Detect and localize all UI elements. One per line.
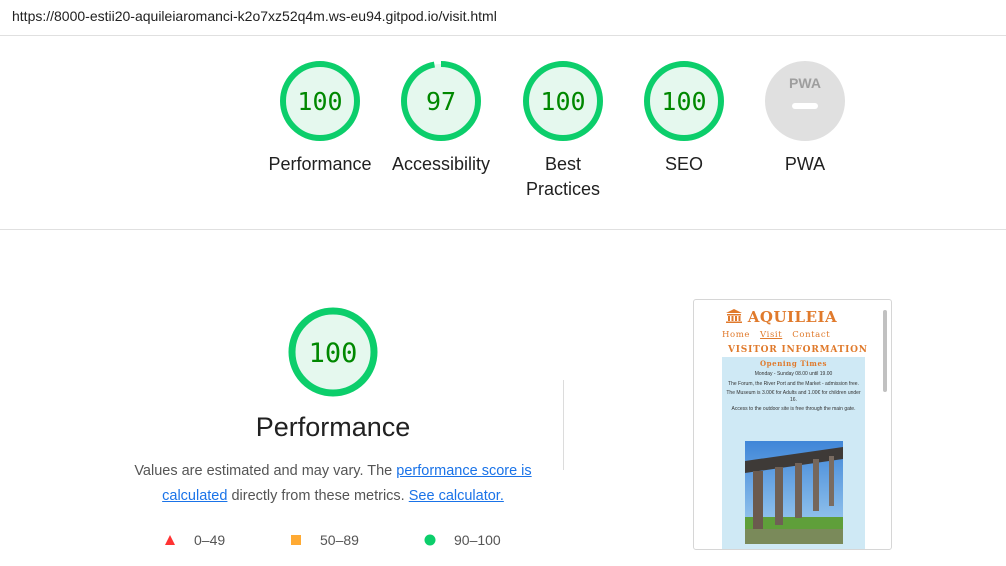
nav-visit: Visit (760, 330, 783, 340)
gauge-ring: 97 (401, 61, 481, 141)
legend-range: 0–49 (194, 532, 226, 548)
gauge-ring: 100 (280, 61, 360, 141)
final-screenshot-thumbnail[interactable]: AQUILEIA Home Visit Contact VISITOR INFORM… (693, 299, 892, 550)
circle-icon (424, 534, 436, 546)
gauge-score: 97 (426, 87, 456, 116)
site-logo-text: AQUILEIA (747, 308, 838, 326)
vertical-divider (563, 380, 564, 470)
performance-ring: 100 (288, 307, 378, 397)
gauge-ring: 100 (523, 61, 603, 141)
gauge-score: 100 (540, 87, 585, 116)
legend-range: 90–100 (454, 532, 501, 548)
gauge-performance[interactable]: 100 Performance (268, 60, 372, 177)
nav-home: Home (722, 330, 751, 340)
thumb-paragraph: The Museum is 3.00€ for Adults and 1.00€… (726, 390, 861, 403)
opening-times-heading: Opening Times (759, 359, 828, 368)
performance-score: 100 (309, 338, 358, 369)
gauge-seo[interactable]: 100 SEO (639, 60, 729, 177)
gauge-label: PWA (784, 154, 826, 174)
gauge-accessibility[interactable]: 97 Accessibility (392, 60, 490, 177)
square-icon (291, 535, 301, 545)
site-heading: VISITOR INFORMATION (728, 345, 868, 355)
gauge-label: Performance (268, 154, 372, 174)
gauge-score: 100 (297, 87, 342, 116)
page-url[interactable]: https://8000-estii20-aquileiaromanci-k2o… (12, 8, 497, 24)
thumbnail-page: AQUILEIA Home Visit Contact VISITOR INFORM… (714, 300, 874, 549)
legend-average: 50–89 (290, 532, 359, 548)
desc-prefix: Values are estimated and may vary. The (134, 463, 397, 479)
site-nav: Home Visit Contact (722, 330, 840, 340)
section-divider (0, 229, 1006, 230)
legend-pass: 90–100 (424, 532, 501, 548)
ruins-photo (745, 441, 843, 544)
desc-middle: directly from these metrics. (227, 488, 409, 504)
scrollbar-thumb[interactable] (883, 310, 887, 392)
gauge-pwa[interactable]: PWA PWA (760, 60, 850, 177)
gauge-best-practices[interactable]: 100 Best Practices (518, 60, 608, 202)
performance-title: Performance (255, 412, 411, 442)
performance-description: Values are estimated and may vary. The p… (118, 459, 548, 509)
nav-contact: Contact (792, 330, 831, 340)
see-calculator-link[interactable]: See calculator. (409, 488, 504, 504)
thumb-paragraph: The Forum, the River Port and the Market… (728, 380, 859, 387)
site-logo: AQUILEIA (726, 308, 837, 326)
thumbnail-scrollbar[interactable] (882, 307, 888, 543)
triangle-icon (165, 535, 175, 545)
pwa-badge-text: PWA (789, 75, 821, 91)
legend-range: 50–89 (320, 532, 359, 548)
gauge-ring: 100 (644, 61, 724, 141)
pwa-icon: PWA (765, 61, 845, 141)
gauge-label: Best Practices (525, 154, 601, 199)
gauge-score: 100 (661, 87, 706, 116)
gauge-label: SEO (664, 154, 703, 174)
url-bar: https://8000-estii20-aquileiaromanci-k2o… (0, 0, 1006, 36)
legend-fail: 0–49 (164, 532, 225, 548)
thumb-paragraph: Access to the outdoor site is free throu… (731, 406, 856, 412)
thumb-paragraph: Monday - Sunday 08.00 until 19.00 (754, 371, 833, 377)
temple-icon (726, 309, 742, 323)
gauge-label: Accessibility (391, 154, 491, 174)
performance-gauge: 100 (287, 306, 379, 403)
